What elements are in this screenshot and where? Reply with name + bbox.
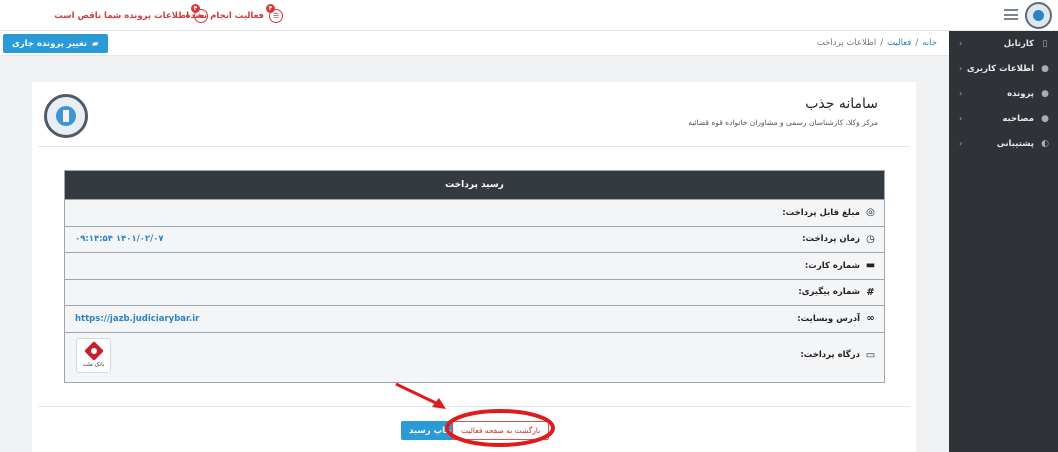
users-icon: ●	[1041, 63, 1049, 74]
row-label: درگاه پرداخت:	[800, 350, 860, 360]
notification-badge: ۴	[191, 4, 200, 13]
app-root: ☰ ۴ فعالیت انجام نشده ▬ ۴ اطلاعات پرونده…	[0, 0, 1058, 452]
bank-name: بانک ملت	[82, 361, 105, 368]
sidebar-item-dashboard[interactable]: ▯ کارتابل ‹	[949, 31, 1058, 56]
sidebar-item-label: مصاحبه	[1002, 113, 1034, 124]
change-case-button[interactable]: ▰ تغییر پرونده جاری	[3, 34, 108, 53]
notification-label: اطلاعات پرونده شما ناقص است	[54, 11, 189, 21]
row-label: شماره پیگیری:	[798, 287, 860, 298]
row-value: ۰۹:۱۴:۵۴ ۱۴۰۱/۰۲/۰۷	[75, 234, 164, 245]
table-row: ◷ زمان پرداخت: ۰۹:۱۴:۵۴ ۱۴۰۱/۰۲/۰۷	[65, 225, 884, 253]
print-receipt-button[interactable]: چاپ رسید	[401, 421, 460, 440]
divider	[38, 146, 910, 147]
divider	[38, 406, 910, 407]
breadcrumb-home[interactable]: خانه	[922, 38, 937, 48]
sidebar-item-label: کارتابل	[1003, 38, 1034, 49]
row-label: مبلغ قابل پرداخت:	[782, 207, 860, 218]
sidebar-item-interview[interactable]: ● مصاحبه ‹	[949, 106, 1058, 131]
breadcrumb-bar: خانه / فعالیت / اطلاعات پرداخت ▰ تغییر پ…	[0, 31, 949, 56]
website-link[interactable]: https://jazb.judiciarybar.ir	[75, 306, 199, 332]
users-icon: ●	[1041, 113, 1049, 124]
chevron-left-icon: ‹	[959, 39, 963, 48]
back-to-activity-button[interactable]: بازگشت به صفحه فعالیت	[452, 421, 550, 440]
judiciary-emblem-icon[interactable]	[1025, 2, 1052, 29]
row-label: زمان پرداخت:	[802, 234, 860, 245]
bank-mellat-icon	[84, 340, 104, 361]
breadcrumb-separator: /	[915, 38, 919, 48]
sidebar-item-label: پرونده	[1007, 88, 1034, 99]
hamburger-menu-icon[interactable]	[1004, 9, 1018, 20]
hash-icon: #	[866, 286, 875, 298]
breadcrumb-activity[interactable]: فعالیت	[887, 38, 911, 48]
table-row: ▭ درگاه پرداخت: بانک ملت	[65, 331, 884, 378]
user-icon: ●	[1041, 88, 1049, 99]
folder-icon: ▬ ۴	[191, 4, 208, 23]
table-row: ◎ مبلغ قابل پرداخت:	[65, 199, 884, 226]
row-label: شماره کارت:	[804, 260, 860, 271]
chevron-left-icon: ‹	[959, 64, 963, 73]
chevron-left-icon: ‹	[959, 139, 963, 148]
page-subtitle: مرکز وکلا، کارشناسان رسمی و مشاوران خانو…	[688, 118, 878, 127]
monitor-icon: ▭	[865, 349, 876, 361]
judiciary-logo-icon	[44, 94, 88, 138]
sidebar-item-case[interactable]: ● پرونده ‹	[949, 81, 1058, 106]
row-label: آدرس وبسایت:	[797, 313, 860, 324]
credit-card-icon: ▬	[865, 260, 876, 272]
headset-icon: ◐	[1041, 138, 1049, 149]
bank-mellat-logo: بانک ملت	[76, 337, 111, 373]
sidebar-item-label: پشتیبانی	[996, 138, 1034, 149]
notification-badge: ۴	[266, 4, 275, 13]
link-icon: ∞	[866, 313, 875, 325]
payment-receipt-table: رسید پرداخت ◎ مبلغ قابل پرداخت: ◷ زمان پرد…	[64, 170, 885, 383]
receipt-card: سامانه جذب مرکز وکلا، کارشناسان رسمی و م…	[32, 82, 916, 452]
top-bar: ☰ ۴ فعالیت انجام نشده ▬ ۴ اطلاعات پرونده…	[0, 0, 1058, 31]
sidebar-item-user-info[interactable]: ● اطلاعات کاربری ‹	[949, 56, 1058, 81]
chevron-left-icon: ‹	[959, 89, 963, 98]
check-circle-icon: ◎	[866, 207, 875, 219]
breadcrumb-separator: /	[880, 38, 884, 48]
list-icon: ☰ ۴	[266, 4, 283, 23]
table-row: # شماره پیگیری:	[65, 278, 884, 306]
table-row: ▬ شماره کارت:	[65, 252, 884, 279]
clock-icon: ◷	[866, 233, 875, 245]
chevron-left-icon: ‹	[959, 114, 963, 123]
notification-incomplete-case[interactable]: ▬ ۴ اطلاعات پرونده شما ناقص است	[54, 4, 208, 24]
clipboard-icon: ▯	[1042, 38, 1048, 49]
page-title: سامانه جذب	[805, 96, 878, 112]
sidebar-item-support[interactable]: ◐ پشتیبانی ‹	[949, 131, 1058, 156]
table-row: ∞ آدرس وبسایت: https://jazb.judiciarybar.…	[65, 305, 884, 332]
breadcrumb: خانه / فعالیت / اطلاعات پرداخت	[817, 38, 937, 48]
change-case-label: تغییر پرونده جاری	[12, 38, 88, 49]
folder-open-icon: ▰	[92, 38, 99, 49]
sidebar-item-label: اطلاعات کاربری	[966, 63, 1034, 74]
breadcrumb-current: اطلاعات پرداخت	[816, 38, 877, 48]
receipt-title: رسید پرداخت	[65, 171, 884, 199]
sidebar: ▯ کارتابل ‹ ● اطلاعات کاربری ‹ ● پرونده …	[949, 31, 1058, 452]
